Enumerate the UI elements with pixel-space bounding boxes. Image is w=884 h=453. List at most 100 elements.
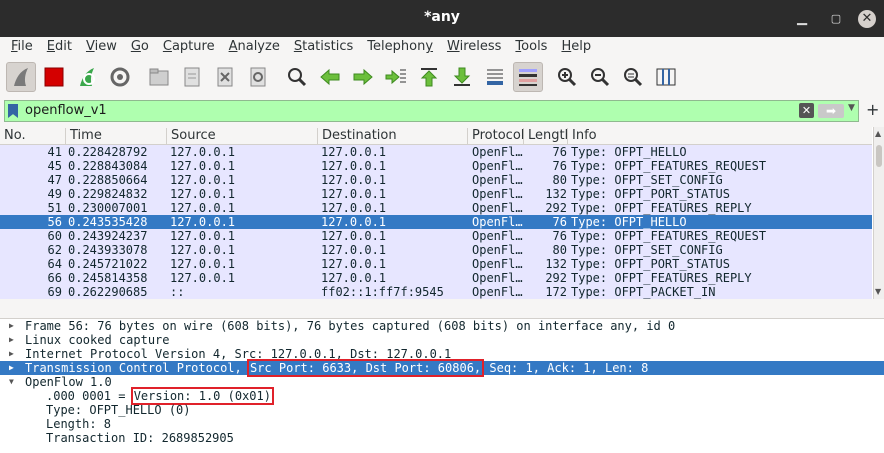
menu-capture[interactable]: Capture <box>156 37 222 58</box>
cell-no: 41 <box>47 145 62 159</box>
table-row[interactable]: 47 0.228850664 127.0.0.1 127.0.0.1 OpenFl… 80… <box>0 173 872 187</box>
table-row[interactable]: 45 0.228843084 127.0.0.1 127.0.0.1 OpenFl… 76… <box>0 159 872 173</box>
column-info[interactable]: Info <box>568 128 872 144</box>
menu-telephony[interactable]: Telephony <box>360 37 440 58</box>
cell-proto: OpenFl… <box>472 215 523 229</box>
normal-size-icon[interactable] <box>618 62 648 92</box>
find-packet-icon[interactable] <box>282 62 312 92</box>
shark-fin-start-icon[interactable] <box>6 62 36 92</box>
column-no[interactable]: No. <box>0 128 66 144</box>
table-row[interactable]: 69 0.262290685:: ff02::1:ff7f:9545 OpenFl… 1… <box>0 285 872 299</box>
bookmark-icon[interactable] <box>8 104 18 118</box>
scroll-thumb[interactable] <box>876 145 882 167</box>
go-back-icon[interactable] <box>315 62 345 92</box>
table-row[interactable]: 56 0.243535428 127.0.0.1 127.0.0.1 OpenFl… 76… <box>0 215 872 229</box>
zoom-in-icon[interactable] <box>552 62 582 92</box>
cell-dst: 127.0.0.1 <box>321 243 387 257</box>
go-to-packet-icon[interactable] <box>381 62 411 92</box>
capture-options-icon[interactable] <box>105 62 135 92</box>
expand-arrow-icon[interactable]: ▶ <box>9 361 14 375</box>
detail-openflow-text: OpenFlow 1.0 <box>25 375 112 389</box>
menu-help[interactable]: Help <box>554 37 598 58</box>
table-row[interactable]: 64 0.245721022 127.0.0.1 127.0.0.1 OpenFl… 13… <box>0 257 872 271</box>
packet-rows: 41 0.228428792 127.0.0.1 127.0.0.1 OpenFl… 76… <box>0 145 872 299</box>
cell-info: Type: OFPT_FEATURES_REQUEST <box>571 159 767 173</box>
cell-time: 0.228428792 <box>68 145 148 159</box>
menu-analyze[interactable]: Analyze <box>222 37 287 58</box>
collapse-arrow-icon[interactable]: ▼ <box>9 375 14 389</box>
scroll-up-icon[interactable]: ▲ <box>875 129 881 138</box>
filter-history-dropdown-icon[interactable]: ▼ <box>848 103 855 113</box>
go-last-icon[interactable] <box>447 62 477 92</box>
cell-dst: 127.0.0.1 <box>321 201 387 215</box>
cell-no: 69 <box>47 285 62 299</box>
auto-scroll-icon[interactable] <box>480 62 510 92</box>
menu-wireless[interactable]: Wireless <box>440 37 508 58</box>
cell-no: 45 <box>47 159 62 173</box>
reload-file-icon[interactable] <box>243 62 273 92</box>
pane-splitter[interactable] <box>0 299 884 319</box>
detail-row-length[interactable]: Length: 8 <box>0 417 884 431</box>
detail-xid-text: Transaction ID: 2689852905 <box>46 431 234 445</box>
table-row[interactable]: 60 0.243924237 127.0.0.1 127.0.0.1 OpenFl… 76… <box>0 229 872 243</box>
cell-src: 127.0.0.1 <box>170 271 236 285</box>
go-forward-icon[interactable] <box>348 62 378 92</box>
save-file-icon[interactable] <box>177 62 207 92</box>
stop-capture-icon[interactable] <box>39 62 69 92</box>
cell-dst: 127.0.0.1 <box>321 145 387 159</box>
packet-list[interactable]: No. Time Source Destination Protocol Len… <box>0 127 884 299</box>
detail-row-openflow[interactable]: ▼ OpenFlow 1.0 <box>0 375 884 389</box>
add-filter-button-icon[interactable]: + <box>866 100 879 119</box>
scroll-down-icon[interactable]: ▼ <box>875 287 881 296</box>
column-source[interactable]: Source <box>167 128 318 144</box>
table-row[interactable]: 51 0.230007001 127.0.0.1 127.0.0.1 OpenFl… 29… <box>0 201 872 215</box>
table-row[interactable]: 41 0.228428792 127.0.0.1 127.0.0.1 OpenFl… 76… <box>0 145 872 159</box>
cell-proto: OpenFl… <box>472 187 523 201</box>
column-destination[interactable]: Destination <box>318 128 468 144</box>
close-file-icon[interactable] <box>210 62 240 92</box>
menu-view[interactable]: View <box>79 37 124 58</box>
packet-list-scrollbar[interactable]: ▲ ▼ <box>873 127 884 299</box>
cell-no: 49 <box>47 187 62 201</box>
column-time[interactable]: Time <box>66 128 167 144</box>
cell-len: 76 <box>552 229 567 243</box>
detail-row-version[interactable]: .000 0001 = Version: 1.0 (0x01) <box>0 387 884 405</box>
clear-filter-icon[interactable]: ✕ <box>799 103 814 118</box>
apply-filter-icon[interactable]: ➡ <box>818 104 844 118</box>
detail-row-ip[interactable]: ▶ Internet Protocol Version 4, Src: 127.… <box>0 347 884 361</box>
packet-details[interactable]: ▶ Frame 56: 76 bytes on wire (608 bits),… <box>0 319 884 453</box>
zoom-out-icon[interactable] <box>585 62 615 92</box>
main-toolbar <box>0 58 884 96</box>
table-row[interactable]: 49 0.229824832 127.0.0.1 127.0.0.1 OpenFl… 13… <box>0 187 872 201</box>
table-row[interactable]: 62 0.243933078 127.0.0.1 127.0.0.1 OpenFl… 80… <box>0 243 872 257</box>
resize-columns-icon[interactable] <box>651 62 681 92</box>
cell-info: Type: OFPT_PORT_STATUS <box>571 187 730 201</box>
minimize-icon[interactable]: ▁ <box>792 9 812 29</box>
close-icon[interactable]: ✕ <box>858 10 876 28</box>
colorize-icon[interactable] <box>513 62 543 92</box>
detail-row-tcp[interactable]: ▶ Transmission Control Protocol, Src Por… <box>0 359 884 377</box>
column-protocol[interactable]: Protocol <box>468 128 524 144</box>
menu-edit[interactable]: Edit <box>40 37 79 58</box>
menu-statistics[interactable]: Statistics <box>287 37 360 58</box>
menu-tools[interactable]: Tools <box>508 37 554 58</box>
detail-row-xid[interactable]: Transaction ID: 2689852905 <box>0 431 884 445</box>
detail-row-frame[interactable]: ▶ Frame 56: 76 bytes on wire (608 bits),… <box>0 319 884 333</box>
expand-arrow-icon[interactable]: ▶ <box>9 347 14 361</box>
display-filter-input[interactable]: openflow_v1 <box>25 103 107 118</box>
go-first-icon[interactable] <box>414 62 444 92</box>
open-file-icon[interactable] <box>144 62 174 92</box>
menu-go[interactable]: Go <box>124 37 156 58</box>
menu-file[interactable]: File <box>4 37 40 58</box>
display-filter-bar[interactable]: openflow_v1 ✕ ➡ ▼ <box>4 100 859 122</box>
cell-info: Type: OFPT_FEATURES_REQUEST <box>571 229 767 243</box>
column-length[interactable]: Length <box>524 128 568 144</box>
restart-capture-icon[interactable] <box>72 62 102 92</box>
cell-info: Type: OFPT_HELLO <box>571 145 687 159</box>
detail-row-type[interactable]: Type: OFPT_HELLO (0) <box>0 403 884 417</box>
detail-row-linux[interactable]: ▶ Linux cooked capture <box>0 333 884 347</box>
maximize-icon[interactable]: ▢ <box>826 9 846 29</box>
expand-arrow-icon[interactable]: ▶ <box>9 333 14 347</box>
table-row[interactable]: 66 0.245814358 127.0.0.1 127.0.0.1 OpenFl… 29… <box>0 271 872 285</box>
expand-arrow-icon[interactable]: ▶ <box>9 319 14 333</box>
